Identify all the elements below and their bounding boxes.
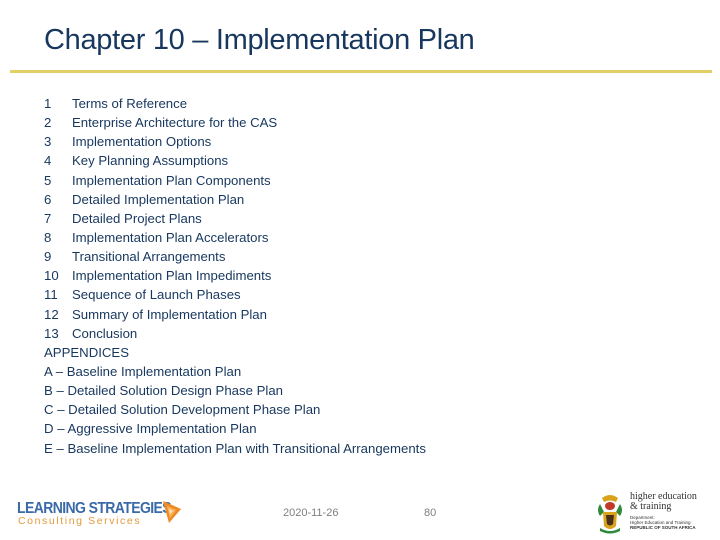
toc-item: 13 Conclusion (44, 324, 426, 343)
logo-text-line: & training (630, 501, 672, 512)
page-number: 80 (424, 507, 437, 519)
appendix-item: D – Aggressive Implementation Plan (44, 421, 257, 437)
learning-strategies-logo: LEARNING STRATEGIES Consulting Services (17, 498, 182, 530)
toc-item-label: Implementation Plan Impediments (72, 268, 272, 284)
toc-item-number: 1 (44, 96, 52, 111)
toc-item-label: Terms of Reference (72, 96, 188, 111)
table-of-contents: 1 Terms of Reference 2 Enterprise Architec… (44, 94, 426, 458)
toc-item-number: 11 (44, 287, 58, 303)
toc-item-label: Enterprise Architecture for the CAS (72, 115, 278, 131)
toc-item-number: 10 (44, 268, 59, 284)
south-africa-coat-of-arms-icon (598, 495, 622, 534)
toc-item-number: 9 (44, 249, 52, 265)
toc-item-label: Detailed Implementation Plan (72, 191, 245, 207)
toc-item-label: Sequence of Launch Phases (72, 287, 241, 303)
toc-item-number: 8 (44, 229, 52, 245)
toc-item-label: Summary of Implementation Plan (72, 306, 267, 322)
toc-item-number: 12 (44, 306, 59, 322)
toc-item-number: 3 (44, 134, 52, 150)
slide-title: Chapter 10 – Implementation Plan (44, 24, 475, 56)
toc-item-number: 5 (44, 172, 52, 188)
toc-item-label: Key Planning Assumptions (72, 153, 229, 169)
toc-item-label: Implementation Plan Components (72, 172, 271, 188)
toc-item-number: 2 (44, 115, 52, 131)
toc-item: 8 Implementation Plan Accelerators (44, 228, 426, 247)
toc-item-label: Transitional Arrangements (72, 249, 226, 265)
toc-item-number: 4 (44, 153, 52, 169)
title-underline (10, 70, 712, 73)
appendix-item: A – Baseline Implementation Plan (44, 363, 242, 379)
toc-item: 6 Detailed Implementation Plan (44, 190, 426, 209)
appendices-heading: APPENDICES (44, 344, 130, 360)
toc-item: 1 Terms of Reference (44, 94, 426, 113)
logo-text-primary: LEARNING STRATEGIES (17, 498, 172, 517)
appendix-item: B – Detailed Solution Design Phase Plan (44, 383, 283, 399)
appendix-item: E – Baseline Implementation Plan with Tr… (44, 440, 426, 456)
toc-item-label: Detailed Project Plans (72, 210, 202, 226)
logo-text-secondary: Consulting Services (18, 515, 142, 527)
toc-item-number: 6 (44, 191, 52, 207)
toc-item-number: 7 (44, 210, 52, 226)
toc-item: 3 Implementation Options (44, 132, 426, 151)
footer-date: 2020-11-26 (283, 507, 339, 519)
toc-item: 11 Sequence of Launch Phases (44, 285, 426, 304)
toc-item-label: Implementation Options (72, 134, 212, 150)
toc-item: 10 Implementation Plan Impediments (44, 266, 426, 285)
toc-item: 12 Summary of Implementation Plan (44, 305, 426, 324)
orange-triangle-play-icon (163, 501, 181, 523)
toc-item: 4 Key Planning Assumptions (44, 151, 426, 170)
appendix-item: C – Detailed Solution Development Phase … (44, 402, 321, 418)
toc-item: 7 Detailed Project Plans (44, 209, 426, 228)
toc-item-label: Implementation Plan Accelerators (72, 229, 269, 245)
toc-item-number: 13 (44, 325, 59, 341)
dhet-logo: higher education & training Department: … (594, 492, 714, 536)
toc-item: 9 Transitional Arrangements (44, 247, 426, 266)
toc-item-label: Conclusion (72, 325, 138, 341)
toc-item: 2 Enterprise Architecture for the CAS (44, 113, 426, 132)
toc-item: 5 Implementation Plan Components (44, 171, 426, 190)
logo-text-line: REPUBLIC OF SOUTH AFRICA (630, 525, 696, 530)
